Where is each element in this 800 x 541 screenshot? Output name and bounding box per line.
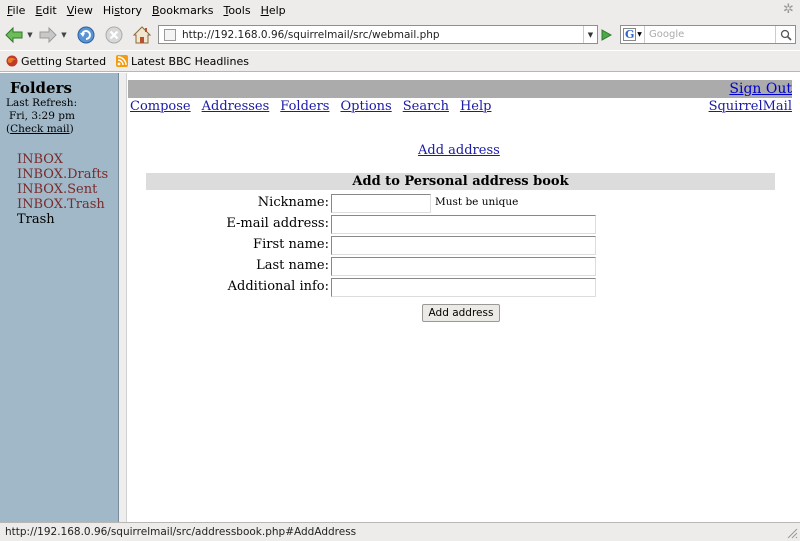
folders-title: Folders (10, 79, 72, 97)
menu-view[interactable]: View (62, 4, 98, 17)
main-frame: Sign Out Compose Addresses Folders Optio… (128, 73, 800, 522)
rss-feed-icon (116, 55, 129, 67)
back-button[interactable] (2, 23, 26, 47)
nickname-label: Nickname: (257, 195, 329, 210)
status-text: http://192.168.0.96/squirrelmail/src/add… (5, 526, 357, 538)
home-icon (132, 26, 152, 44)
menu-help[interactable]: Help (256, 4, 291, 17)
search-box[interactable]: G ▼ Google (620, 25, 796, 44)
sign-out-link[interactable]: Sign Out (729, 81, 792, 97)
last-name-label: Last name: (256, 258, 329, 273)
menu-edit[interactable]: Edit (30, 4, 61, 17)
first-name-label: First name: (253, 237, 329, 252)
url-text[interactable]: http://192.168.0.96/squirrelmail/src/web… (182, 29, 583, 41)
menu-tools[interactable]: Tools (218, 4, 255, 17)
throbber-icon: ✲ (783, 2, 794, 17)
go-button[interactable] (597, 25, 615, 44)
menu-bar: File Edit View History Bookmarks Tools H… (0, 0, 800, 20)
reload-icon (77, 26, 95, 44)
reload-button[interactable] (74, 23, 98, 47)
email-field[interactable] (331, 215, 596, 234)
search-engine-selector[interactable]: G ▼ (621, 26, 645, 43)
search-button[interactable] (775, 26, 795, 43)
url-bar[interactable]: http://192.168.0.96/squirrelmail/src/web… (158, 25, 598, 44)
additional-info-label: Additional info: (227, 279, 329, 294)
forward-arrow-icon (39, 26, 57, 44)
bookmark-bbc-headlines[interactable]: Latest BBC Headlines (116, 55, 249, 68)
folder-trash: Trash (17, 212, 55, 227)
menu-bookmarks[interactable]: Bookmarks (147, 4, 218, 17)
back-arrow-icon (5, 26, 23, 44)
nav-addresses[interactable]: Addresses (202, 99, 270, 114)
nickname-hint: Must be unique (435, 196, 519, 208)
nav-search[interactable]: Search (403, 99, 449, 114)
nickname-field[interactable] (331, 194, 431, 213)
last-refresh-time: Fri, 3:29 pm (9, 110, 75, 122)
go-arrow-icon (601, 28, 612, 41)
nav-compose[interactable]: Compose (130, 99, 191, 114)
add-address-button[interactable]: Add address (422, 304, 500, 322)
top-bar: Sign Out (128, 80, 792, 98)
forward-history-dropdown[interactable]: ▼ (60, 23, 68, 47)
page-favicon-icon (164, 28, 176, 41)
check-mail-link[interactable]: Check mail (10, 123, 70, 135)
add-address-link[interactable]: Add address (418, 143, 500, 158)
last-name-field[interactable] (331, 257, 596, 276)
bookmark-getting-started[interactable]: Getting Started (6, 55, 106, 68)
url-history-dropdown[interactable]: ▼ (583, 26, 597, 43)
resize-grip-icon[interactable] (786, 527, 798, 539)
menu-file[interactable]: File (2, 4, 30, 17)
stop-button[interactable] (102, 23, 126, 47)
additional-info-field[interactable] (331, 278, 596, 297)
squirrelmail-link[interactable]: SquirrelMail (709, 99, 792, 114)
folder-inbox-sent[interactable]: INBOX.Sent (17, 182, 97, 197)
frame-divider[interactable] (119, 73, 127, 522)
status-bar: http://192.168.0.96/squirrelmail/src/add… (0, 522, 800, 541)
forward-button[interactable] (36, 23, 60, 47)
last-refresh-label: Last Refresh: (6, 97, 78, 109)
home-button[interactable] (130, 23, 154, 47)
folder-inbox[interactable]: INBOX (17, 152, 63, 167)
google-icon: G (623, 28, 637, 41)
menu-history[interactable]: History (98, 4, 147, 17)
search-input[interactable]: Google (645, 29, 775, 40)
nav-help[interactable]: Help (460, 99, 492, 114)
page-content: Folders Last Refresh: Fri, 3:29 pm (Chec… (0, 73, 800, 522)
email-label: E-mail address: (226, 216, 329, 231)
firefox-icon (6, 55, 18, 67)
first-name-field[interactable] (331, 236, 596, 255)
main-nav: Compose Addresses Folders Options Search… (130, 99, 502, 114)
nav-folders[interactable]: Folders (280, 99, 329, 114)
nav-options[interactable]: Options (340, 99, 391, 114)
last-refresh-info: Last Refresh: Fri, 3:29 pm (Check mail) (6, 97, 116, 136)
folder-inbox-drafts[interactable]: INBOX.Drafts (17, 167, 108, 182)
folder-frame: Folders Last Refresh: Fri, 3:29 pm (Chec… (0, 73, 119, 522)
bookmarks-toolbar: Getting Started Latest BBC Headlines (0, 51, 800, 72)
form-title: Add to Personal address book (146, 173, 775, 190)
magnifier-icon (780, 29, 792, 41)
back-history-dropdown[interactable]: ▼ (26, 23, 34, 47)
folder-inbox-trash[interactable]: INBOX.Trash (17, 197, 105, 212)
stop-icon (105, 26, 123, 44)
